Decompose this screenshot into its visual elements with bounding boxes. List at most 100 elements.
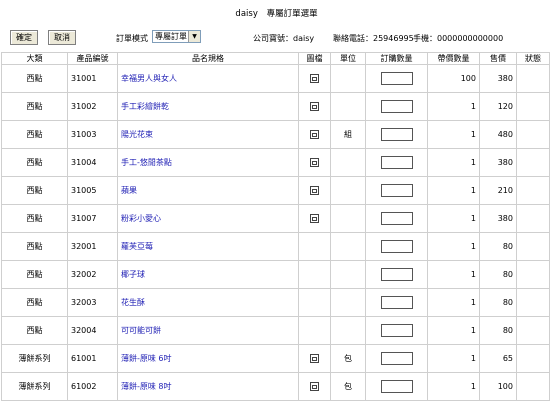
cell-unit <box>330 204 366 233</box>
cell-picture <box>298 176 331 205</box>
picture-icon[interactable] <box>310 74 319 83</box>
product-link[interactable]: 陽光花束 <box>121 130 153 139</box>
cell-qty <box>365 64 428 93</box>
picture-icon[interactable] <box>310 382 319 391</box>
cell-status <box>516 92 550 121</box>
order-quantity-input[interactable] <box>380 184 413 197</box>
order-table: 大類 產品編號 品名規格 圖檔 單位 訂購數量 帶價數量 售價 狀態 西點 310… <box>1 52 550 401</box>
picture-icon[interactable] <box>310 186 319 195</box>
picture-icon[interactable] <box>310 214 319 223</box>
cell-category: 西點 <box>1 260 68 289</box>
order-quantity-input[interactable] <box>380 324 413 337</box>
cancel-button[interactable]: 取消 <box>48 30 76 45</box>
cell-code: 61001 <box>67 344 118 373</box>
order-quantity-input[interactable] <box>380 72 413 85</box>
cell-qty <box>365 148 428 177</box>
order-quantity-input[interactable] <box>380 296 413 309</box>
cell-price-qty: 100 <box>427 64 480 93</box>
picture-icon[interactable] <box>310 158 319 167</box>
cell-price-qty: 1 <box>427 316 480 345</box>
column-header: 訂購數量 <box>365 52 428 65</box>
product-link[interactable]: 手工彩繪餅乾 <box>121 102 169 111</box>
cell-category: 西點 <box>1 64 68 93</box>
product-link[interactable]: 椰子球 <box>121 270 145 279</box>
column-header: 帶價數量 <box>427 52 480 65</box>
cell-price-qty: 1 <box>427 92 480 121</box>
cell-category: 西點 <box>1 148 68 177</box>
cell-code: 32004 <box>67 316 118 345</box>
cell-unit <box>330 92 366 121</box>
product-link[interactable]: 花生酥 <box>121 298 145 307</box>
cell-unit: 組 <box>330 120 366 149</box>
product-link[interactable]: 幸福男人與女人 <box>121 74 177 83</box>
cell-qty <box>365 120 428 149</box>
product-link[interactable]: 手工-悠閒茶點 <box>121 158 172 167</box>
column-header: 圖檔 <box>298 52 331 65</box>
cell-price-qty: 1 <box>427 120 480 149</box>
picture-icon[interactable] <box>310 130 319 139</box>
cell-price-qty: 1 <box>427 204 480 233</box>
cell-status <box>516 288 550 317</box>
product-link[interactable]: 薄餅-原味 6吋 <box>121 354 172 363</box>
picture-icon[interactable] <box>310 102 319 111</box>
cell-picture <box>298 92 331 121</box>
order-quantity-input[interactable] <box>380 380 413 393</box>
product-link[interactable]: 薄餅-原味 8吋 <box>121 382 172 391</box>
product-link[interactable]: 粉彩小愛心 <box>121 214 161 223</box>
picture-icon[interactable] <box>310 354 319 363</box>
order-quantity-input[interactable] <box>380 156 413 169</box>
cell-unit <box>330 288 366 317</box>
order-quantity-input[interactable] <box>380 212 413 225</box>
cell-unit: 包 <box>330 344 366 373</box>
order-quantity-input[interactable] <box>380 240 413 253</box>
order-quantity-input[interactable] <box>380 352 413 365</box>
order-quantity-input[interactable] <box>380 128 413 141</box>
cell-price: 380 <box>479 64 517 93</box>
cell-unit <box>330 260 366 289</box>
table-row: 西點 31004 手工-悠閒茶點 1 380 <box>1 148 550 177</box>
cell-qty <box>365 372 428 401</box>
cell-picture <box>298 232 331 261</box>
cell-price: 100 <box>479 372 517 401</box>
header-title: 專屬訂單選單 <box>266 9 318 19</box>
cell-picture <box>298 148 331 177</box>
table-row: 薄餅系列 61001 薄餅-原味 6吋 包 1 65 <box>1 344 550 373</box>
cell-code: 32002 <box>67 260 118 289</box>
cell-picture <box>298 64 331 93</box>
cell-price-qty: 1 <box>427 176 480 205</box>
cell-status <box>516 372 550 401</box>
cell-category: 西點 <box>1 204 68 233</box>
confirm-button[interactable]: 確定 <box>10 30 38 45</box>
order-mode-select[interactable]: 專屬訂單 ▼ <box>152 30 201 43</box>
table-row: 西點 31001 幸福男人與女人 100 380 <box>1 64 550 93</box>
cell-price-qty: 1 <box>427 372 480 401</box>
cell-price-qty: 1 <box>427 344 480 373</box>
product-link[interactable]: 蘿芙亞莓 <box>121 242 153 251</box>
order-quantity-input[interactable] <box>380 100 413 113</box>
cell-category: 西點 <box>1 176 68 205</box>
cell-qty <box>365 204 428 233</box>
product-link[interactable]: 可可能可餅 <box>121 326 161 335</box>
chevron-down-icon[interactable]: ▼ <box>188 31 200 42</box>
cell-category: 薄餅系列 <box>1 372 68 401</box>
order-quantity-input[interactable] <box>380 268 413 281</box>
mobile-info: 手機：0000000000000 <box>413 34 504 43</box>
cell-price: 80 <box>479 260 517 289</box>
cell-category: 西點 <box>1 288 68 317</box>
cell-status <box>516 148 550 177</box>
cell-picture <box>298 316 331 345</box>
phone-info: 聯絡電話：25946995 <box>333 34 414 43</box>
product-link[interactable]: 蘋果 <box>121 186 137 195</box>
cell-qty <box>365 176 428 205</box>
cell-category: 西點 <box>1 232 68 261</box>
cell-price-qty: 1 <box>427 260 480 289</box>
toolbar: 確定 取消 訂單模式 專屬訂單 ▼ 公司寶號：daisy 聯絡電話：259469… <box>10 30 550 48</box>
cell-code: 31005 <box>67 176 118 205</box>
cell-qty <box>365 260 428 289</box>
cell-price-qty: 1 <box>427 232 480 261</box>
cell-status <box>516 344 550 373</box>
cell-status <box>516 260 550 289</box>
cell-price-qty: 1 <box>427 148 480 177</box>
order-mode-label: 訂單模式 <box>116 34 148 43</box>
table-row: 西點 32003 花生酥 1 80 <box>1 288 550 317</box>
